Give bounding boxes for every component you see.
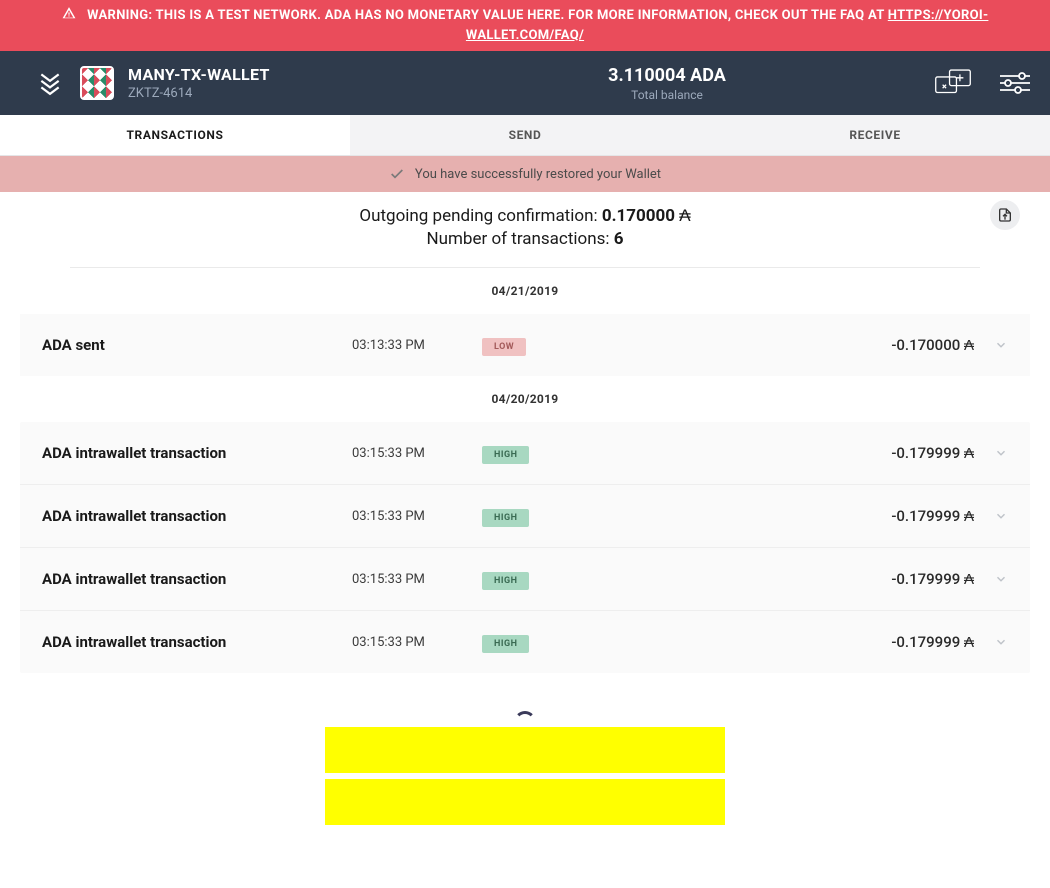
- tx-amount: -0.179999 ₳: [642, 507, 994, 525]
- loading-area: [0, 711, 1050, 825]
- settings-icon[interactable]: [1000, 72, 1030, 94]
- wallet-tabs: TRANSACTIONS SEND RECEIVE: [0, 115, 1050, 156]
- chevron-down-icon: [994, 635, 1008, 649]
- tx-count-value: 6: [614, 229, 624, 249]
- restore-success-toast: You have successfully restored your Wall…: [0, 156, 1050, 192]
- tx-assurance-badge: HIGH: [482, 635, 529, 653]
- transactions-list: 04/21/2019 ADA sent03:13:33 PMLOW -0.17000…: [0, 268, 1050, 693]
- chevron-down-icon: [994, 338, 1008, 352]
- tx-assurance-badge: HIGH: [482, 572, 529, 590]
- tx-row[interactable]: ADA intrawallet transaction03:15:33 PMHI…: [20, 422, 1030, 485]
- tx-amount: -0.179999 ₳: [642, 570, 994, 588]
- tx-title: ADA intrawallet transaction: [42, 570, 352, 588]
- wallet-info[interactable]: MANY-TX-WALLET ZKTZ-4614: [80, 65, 400, 101]
- tx-time: 03:13:33 PM: [352, 338, 482, 353]
- tx-time: 03:15:33 PM: [352, 572, 482, 587]
- tx-row[interactable]: ADA intrawallet transaction03:15:33 PMHI…: [20, 548, 1030, 611]
- tab-send[interactable]: SEND: [350, 115, 700, 155]
- check-icon: [389, 166, 405, 182]
- balance-label: Total balance: [400, 88, 934, 102]
- highlight-box: [325, 727, 725, 773]
- export-button[interactable]: [990, 200, 1020, 230]
- app-header: MANY-TX-WALLET ZKTZ-4614 3.110004 ADA To…: [0, 51, 1050, 115]
- tx-date-header: 04/20/2019: [20, 376, 1030, 422]
- tx-title: ADA intrawallet transaction: [42, 507, 352, 525]
- tx-group: ADA sent03:13:33 PMLOW -0.170000 ₳: [20, 314, 1030, 376]
- tab-receive[interactable]: RECEIVE: [700, 115, 1050, 155]
- warning-text: WARNING: THIS IS A TEST NETWORK. ADA HAS…: [87, 8, 888, 23]
- paper-wallet-icon[interactable]: [934, 68, 972, 98]
- wallet-avatar-icon: [80, 66, 114, 100]
- testnet-warning-banner: WARNING: THIS IS A TEST NETWORK. ADA HAS…: [0, 0, 1050, 51]
- tx-group: ADA intrawallet transaction03:15:33 PMHI…: [20, 422, 1030, 673]
- tx-time: 03:15:33 PM: [352, 509, 482, 524]
- tx-row[interactable]: ADA intrawallet transaction03:15:33 PMHI…: [20, 611, 1030, 673]
- balance: 3.110004 ADA Total balance: [400, 65, 934, 102]
- tx-amount: -0.179999 ₳: [642, 444, 994, 462]
- warning-icon: [62, 6, 76, 20]
- chevron-down-icon: [994, 509, 1008, 523]
- tx-assurance-badge: HIGH: [482, 509, 529, 527]
- pending-value: 0.170000: [602, 206, 675, 226]
- tx-assurance-badge: LOW: [482, 338, 526, 356]
- tx-time: 03:15:33 PM: [352, 446, 482, 461]
- wallet-hash: ZKTZ-4614: [128, 86, 270, 101]
- chevron-down-icon: [994, 446, 1008, 460]
- tx-count-label: Number of transactions:: [427, 229, 614, 249]
- tx-amount: -0.179999 ₳: [642, 633, 994, 651]
- tx-title: ADA intrawallet transaction: [42, 444, 352, 462]
- balance-value: 3.110004 ADA: [400, 65, 934, 86]
- toast-text: You have successfully restored your Wall…: [415, 167, 661, 182]
- tx-row[interactable]: ADA sent03:13:33 PMLOW -0.170000 ₳: [20, 314, 1030, 376]
- app-logo[interactable]: [20, 70, 80, 96]
- ada-symbol: ₳: [679, 206, 690, 226]
- tx-assurance-badge: HIGH: [482, 446, 529, 464]
- transactions-summary: Outgoing pending confirmation: 0.170000 …: [70, 192, 980, 268]
- tab-transactions[interactable]: TRANSACTIONS: [0, 115, 350, 155]
- tx-row[interactable]: ADA intrawallet transaction03:15:33 PMHI…: [20, 485, 1030, 548]
- chevron-down-icon: [994, 572, 1008, 586]
- highlight-box: [325, 779, 725, 825]
- tx-time: 03:15:33 PM: [352, 635, 482, 650]
- tx-title: ADA sent: [42, 336, 352, 354]
- wallet-name: MANY-TX-WALLET: [128, 65, 270, 84]
- tx-amount: -0.170000 ₳: [642, 336, 994, 354]
- tx-date-header: 04/21/2019: [20, 268, 1030, 314]
- pending-label: Outgoing pending confirmation:: [359, 206, 601, 226]
- tx-title: ADA intrawallet transaction: [42, 633, 352, 651]
